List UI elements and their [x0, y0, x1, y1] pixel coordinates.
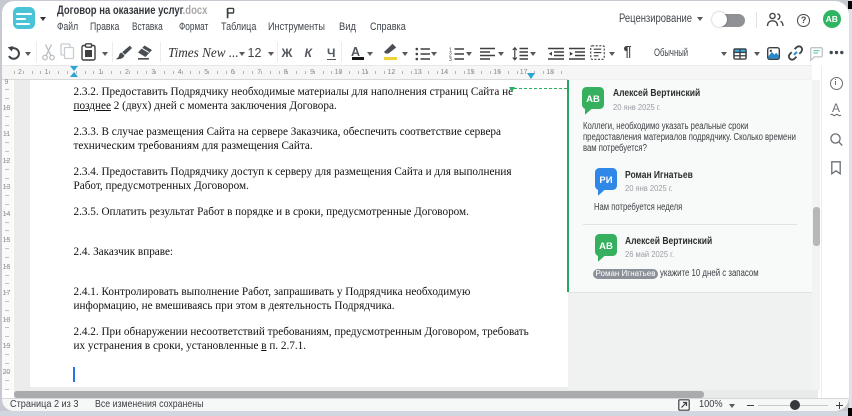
svg-text:3: 3 — [449, 57, 452, 61]
svg-text:РИ: РИ — [599, 175, 612, 186]
svg-text:АВ: АВ — [586, 94, 600, 105]
svg-text:АВ: АВ — [599, 240, 613, 251]
svg-text:А: А — [831, 101, 839, 115]
